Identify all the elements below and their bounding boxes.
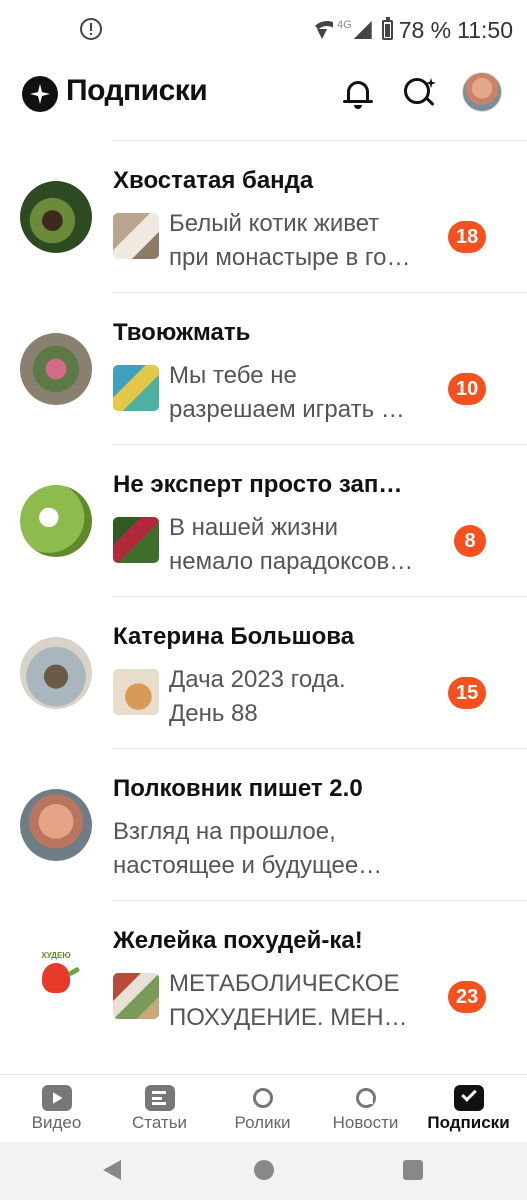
unread-count-badge: 8 bbox=[454, 525, 486, 557]
articles-icon bbox=[144, 1085, 175, 1111]
list-item[interactable]: Не эксперт просто зап… В нашей жизни нем… bbox=[0, 445, 527, 597]
post-preview: Взгляд на прошлое, настоящее и будущее… bbox=[113, 818, 383, 879]
channel-avatar bbox=[20, 181, 92, 253]
channel-name: Не эксперт просто зап… bbox=[113, 471, 403, 498]
nav-label: Ролики bbox=[234, 1113, 291, 1132]
nav-label: Подписки bbox=[427, 1113, 510, 1132]
list-item[interactable]: Катерина Большова Дача 2023 года. День 8… bbox=[0, 597, 527, 749]
recents-icon[interactable] bbox=[403, 1160, 423, 1180]
nav-item-clips[interactable]: Ролики bbox=[210, 1075, 315, 1143]
battery-percent: 78 % bbox=[398, 16, 452, 43]
post-thumbnail bbox=[113, 213, 159, 259]
nav-item-articles[interactable]: Статьи bbox=[107, 1075, 212, 1143]
channel-name: Хвостатая банда bbox=[113, 167, 314, 194]
clock: 11:50 bbox=[457, 16, 513, 43]
logo-icon[interactable] bbox=[22, 76, 58, 112]
post-thumbnail bbox=[113, 365, 159, 411]
bottom-navigation: Видео Статьи Ролики Новости Подписки bbox=[0, 1074, 527, 1142]
app-header: Подписки bbox=[0, 60, 527, 140]
post-thumbnail bbox=[113, 973, 159, 1019]
subscriptions-icon bbox=[453, 1085, 484, 1111]
nav-label: Видео bbox=[31, 1113, 82, 1132]
post-preview: Белый котик живет при монастыре в го… bbox=[169, 210, 411, 271]
channel-name: Желейка похудей-ка! bbox=[113, 927, 363, 954]
channel-avatar bbox=[20, 333, 92, 405]
video-icon bbox=[41, 1085, 72, 1111]
bell-icon[interactable] bbox=[343, 78, 373, 110]
avatar[interactable] bbox=[462, 72, 502, 112]
jelly-character bbox=[42, 963, 70, 993]
list-item[interactable]: ХУДЕЮ Желейка похудей-ка! МЕТАБОЛИЧЕСКОЕ… bbox=[0, 901, 527, 1053]
nav-label: Новости bbox=[332, 1113, 399, 1132]
post-preview: Мы тебе не разрешаем играть … bbox=[169, 362, 405, 423]
system-navigation bbox=[0, 1142, 527, 1200]
channel-name: Полковник пишет 2.0 bbox=[113, 775, 363, 802]
nav-label: Статьи bbox=[131, 1113, 188, 1132]
post-thumbnail bbox=[113, 517, 159, 563]
list-item[interactable]: Хвостатая банда Белый котик живет при мо… bbox=[0, 141, 527, 293]
channel-avatar: ХУДЕЮ bbox=[20, 941, 92, 1013]
alert-icon bbox=[80, 18, 102, 40]
list-item[interactable]: Полковник пишет 2.0 Взгляд на прошлое, н… bbox=[0, 749, 527, 901]
unread-count-badge: 23 bbox=[448, 981, 487, 1013]
nav-item-subscriptions[interactable]: Подписки bbox=[416, 1075, 521, 1143]
page-title: Подписки bbox=[66, 74, 208, 107]
clips-icon bbox=[248, 1085, 278, 1111]
avatar-caption: ХУДЕЮ bbox=[41, 951, 71, 960]
news-icon bbox=[351, 1085, 381, 1111]
nav-item-video[interactable]: Видео bbox=[4, 1075, 109, 1143]
unread-count-badge: 10 bbox=[448, 373, 487, 405]
channel-avatar bbox=[20, 485, 92, 557]
unread-count-badge: 18 bbox=[448, 221, 487, 253]
status-indicators: 4G 78 % 11:50 bbox=[311, 14, 513, 46]
post-thumbnail bbox=[113, 669, 159, 715]
battery-icon bbox=[381, 17, 393, 40]
channel-name: Твоюжмать bbox=[113, 319, 251, 346]
unread-count-badge: 15 bbox=[448, 677, 487, 709]
nav-item-news[interactable]: Новости bbox=[313, 1075, 418, 1143]
post-preview: В нашей жизни немало парадоксов… bbox=[169, 514, 414, 575]
status-bar: 4G 78 % 11:50 bbox=[0, 0, 527, 60]
post-preview: МЕТАБОЛИЧЕСКОЕ ПОХУДЕНИЕ. МЕН… bbox=[169, 970, 408, 1031]
back-icon[interactable] bbox=[103, 1160, 121, 1180]
channel-avatar bbox=[20, 637, 92, 709]
signal-icon bbox=[353, 21, 372, 39]
network-type: 4G bbox=[337, 19, 352, 31]
channel-avatar bbox=[20, 789, 92, 861]
home-icon[interactable] bbox=[254, 1160, 274, 1180]
channel-name: Катерина Большова bbox=[113, 623, 355, 650]
search-icon[interactable] bbox=[404, 78, 436, 110]
post-preview: Дача 2023 года. День 88 bbox=[169, 666, 346, 727]
wifi-icon bbox=[311, 21, 334, 39]
list-item[interactable]: Твоюжмать Мы тебе не разрешаем играть … … bbox=[0, 293, 527, 445]
